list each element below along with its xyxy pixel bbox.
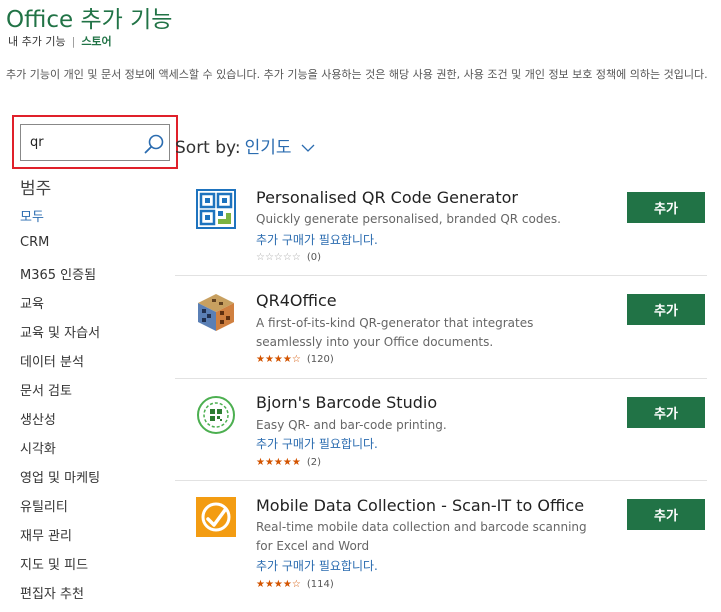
sort-dropdown-value[interactable]: 인기도 xyxy=(245,138,292,158)
scan-it-icon xyxy=(196,497,236,537)
rating-stars: ★★★★☆ xyxy=(256,354,301,365)
rating-stars: ★★★★★ xyxy=(256,457,301,468)
addin-description: Real-time mobile data collection and bar… xyxy=(256,520,587,553)
page-title: Office 추가 기능 xyxy=(6,7,173,33)
add-button[interactable]: 추가 xyxy=(627,192,705,223)
category-item[interactable]: 편집자 추천 xyxy=(20,583,100,612)
add-button[interactable]: 추가 xyxy=(627,397,705,428)
sort-label: Sort by: xyxy=(175,138,241,158)
category-item[interactable]: 교육 xyxy=(20,293,100,322)
rating: ☆☆☆☆☆ (0) xyxy=(256,252,321,263)
addin-description: Quickly generate personalised, branded Q… xyxy=(256,212,561,226)
divider xyxy=(175,480,707,481)
sort-control[interactable]: Sort by: 인기도 xyxy=(175,133,315,158)
category-item[interactable]: 유틸리티 xyxy=(20,496,100,525)
search-box[interactable] xyxy=(20,124,170,161)
addin-description: Easy QR- and bar-code printing. xyxy=(256,418,447,432)
purchase-note: 추가 구매가 필요합니다. xyxy=(256,233,378,247)
category-item[interactable]: 문서 검토 xyxy=(20,380,100,409)
category-item[interactable]: 모두 xyxy=(20,206,100,235)
rating-stars: ★★★★☆ xyxy=(256,579,301,590)
barcode-studio-icon xyxy=(197,396,235,434)
search-icon[interactable] xyxy=(143,133,165,155)
category-list: 모두 CRM M365 인증됨 교육 교육 및 자습서 데이터 분석 문서 검토… xyxy=(20,206,100,612)
rating-count: (2) xyxy=(306,457,321,468)
rating: ★★★★☆ (114) xyxy=(256,579,334,590)
purchase-note: 추가 구매가 필요합니다. xyxy=(256,437,378,451)
category-item[interactable]: 데이터 분석 xyxy=(20,351,100,380)
divider xyxy=(175,275,707,276)
categories-heading: 범주 xyxy=(20,179,52,199)
divider xyxy=(175,378,707,379)
category-item[interactable]: 생산성 xyxy=(20,409,100,438)
breadcrumb-separator: | xyxy=(71,35,76,48)
category-item[interactable]: M365 인증됨 xyxy=(20,264,100,293)
rating-count: (120) xyxy=(306,354,334,365)
qr-code-icon xyxy=(196,189,236,229)
add-button[interactable]: 추가 xyxy=(627,499,705,530)
chevron-down-icon[interactable] xyxy=(301,143,315,153)
store-link[interactable]: 스토어 xyxy=(81,35,111,48)
category-item[interactable]: 교육 및 자습서 xyxy=(20,322,100,351)
rating-stars: ☆☆☆☆☆ xyxy=(256,252,301,263)
rating: ★★★★☆ (120) xyxy=(256,354,334,365)
rating: ★★★★★ (2) xyxy=(256,457,321,468)
purchase-note: 추가 구매가 필요합니다. xyxy=(256,559,378,573)
rating-count: (114) xyxy=(306,579,334,590)
addin-name[interactable]: QR4Office xyxy=(256,291,337,310)
category-item[interactable]: 시각화 xyxy=(20,438,100,467)
add-button[interactable]: 추가 xyxy=(627,294,705,325)
breadcrumb: 내 추가 기능 | 스토어 xyxy=(8,33,112,49)
category-item[interactable]: 영업 및 마케팅 xyxy=(20,467,100,496)
addin-name[interactable]: Bjorn's Barcode Studio xyxy=(256,393,437,412)
addin-description: A first-of-its-kind QR-generator that in… xyxy=(256,316,534,349)
search-input[interactable] xyxy=(30,135,140,150)
qr-cube-icon xyxy=(198,294,234,331)
category-item[interactable]: CRM xyxy=(20,235,100,264)
addin-name[interactable]: Mobile Data Collection - Scan-IT to Offi… xyxy=(256,496,584,515)
permissions-notice: 추가 기능이 개인 및 문서 정보에 액세스할 수 있습니다. 추가 기능을 사… xyxy=(6,68,708,81)
my-addins-link[interactable]: 내 추가 기능 xyxy=(8,35,66,48)
category-item[interactable]: 재무 관리 xyxy=(20,525,100,554)
category-item[interactable]: 지도 및 피드 xyxy=(20,554,100,583)
addin-name[interactable]: Personalised QR Code Generator xyxy=(256,188,518,207)
rating-count: (0) xyxy=(306,252,321,263)
